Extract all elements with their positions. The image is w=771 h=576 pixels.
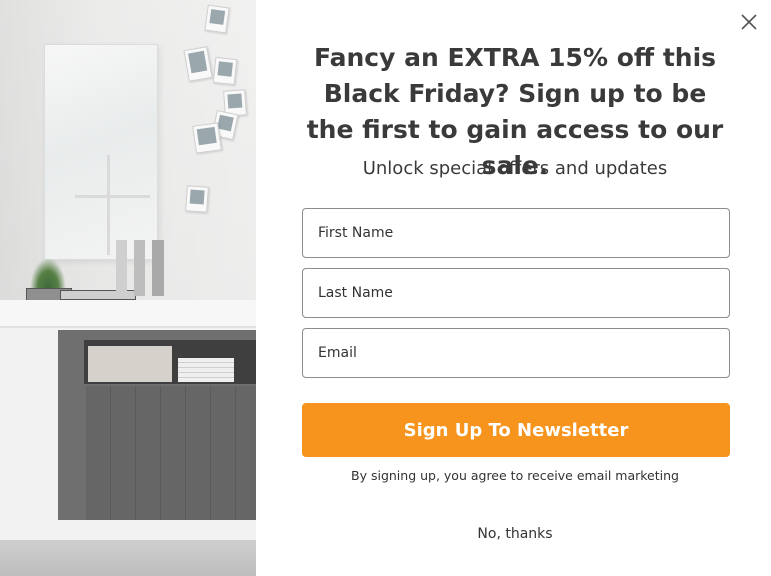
mirror bbox=[44, 44, 158, 260]
photo-print bbox=[185, 185, 209, 213]
window-reflection bbox=[75, 195, 150, 198]
books bbox=[178, 358, 234, 382]
console-top bbox=[0, 300, 256, 328]
decline-link[interactable]: No, thanks bbox=[300, 526, 730, 542]
first-name-input[interactable] bbox=[303, 209, 729, 257]
email-field[interactable] bbox=[302, 328, 730, 378]
signup-button[interactable]: Sign Up To Newsletter bbox=[302, 403, 730, 457]
popup-subheadline: Unlock special offers and updates bbox=[362, 158, 668, 179]
plant bbox=[30, 258, 66, 288]
hero-image bbox=[0, 0, 256, 576]
first-name-field[interactable] bbox=[302, 208, 730, 258]
close-button[interactable] bbox=[735, 8, 763, 36]
storage-box bbox=[88, 346, 172, 382]
close-icon bbox=[741, 14, 757, 30]
last-name-input[interactable] bbox=[303, 269, 729, 317]
newsletter-popup: Fancy an EXTRA 15% off this Black Friday… bbox=[0, 0, 771, 576]
vases bbox=[116, 240, 176, 296]
console-doors bbox=[86, 386, 256, 520]
window-reflection bbox=[107, 155, 110, 255]
photo-print bbox=[204, 4, 230, 34]
photo-print bbox=[192, 122, 222, 154]
email-input[interactable] bbox=[303, 329, 729, 377]
last-name-field[interactable] bbox=[302, 268, 730, 318]
photo-print bbox=[212, 56, 238, 86]
floor bbox=[0, 540, 256, 576]
consent-text: By signing up, you agree to receive emai… bbox=[351, 468, 679, 483]
